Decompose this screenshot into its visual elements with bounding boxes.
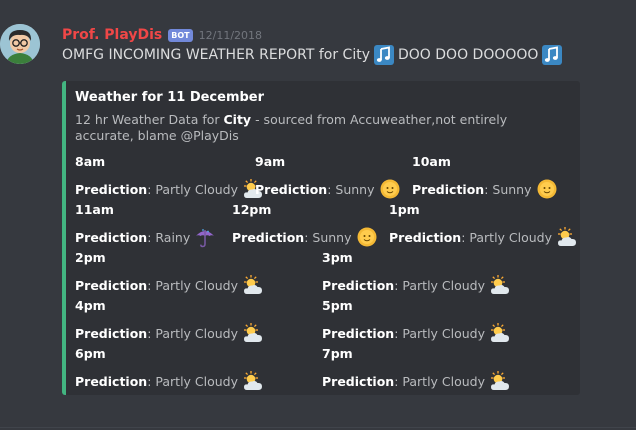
partly-cloudy-icon bbox=[558, 227, 577, 246]
field-value: Prediction: Partly Cloudy bbox=[75, 370, 264, 392]
field-name: 4pm bbox=[75, 298, 106, 313]
author-name[interactable]: Prof. PlayDis bbox=[62, 27, 162, 43]
embed-field-6pm: 6pm Prediction: Partly Cloudy bbox=[75, 346, 264, 392]
embed-field-11am: 11am Prediction: Rainy bbox=[75, 202, 216, 248]
prediction-text: Rainy bbox=[155, 229, 191, 245]
divider bbox=[0, 427, 636, 428]
prediction-text: Partly Cloudy bbox=[155, 373, 239, 389]
embed-field-5pm: 5pm Prediction: Partly Cloudy bbox=[322, 298, 511, 344]
prediction-text: Partly Cloudy bbox=[469, 229, 553, 245]
embed-title: Weather for 11 December bbox=[75, 90, 265, 105]
field-name: 5pm bbox=[322, 298, 353, 313]
embed-field-8am: 8am Prediction: Partly Cloudy bbox=[75, 154, 264, 200]
prediction-text: Sunny bbox=[335, 181, 375, 197]
embed-description: 12 hr Weather Data for City - sourced fr… bbox=[75, 112, 545, 144]
prediction-text: Partly Cloudy bbox=[402, 373, 486, 389]
music-notes-icon bbox=[374, 45, 394, 65]
message-text-part: OMFG INCOMING WEATHER REPORT for City bbox=[62, 47, 370, 63]
field-name: 10am bbox=[412, 154, 451, 169]
field-value: Prediction: Partly Cloudy bbox=[75, 178, 264, 200]
field-value: Prediction: Partly Cloudy bbox=[322, 274, 511, 296]
field-name: 8am bbox=[75, 154, 106, 169]
embed-field-3pm: 3pm Prediction: Partly Cloudy bbox=[322, 250, 511, 296]
timestamp: 12/11/2018 bbox=[198, 28, 263, 42]
partly-cloudy-icon bbox=[244, 275, 263, 294]
embed-field-1pm: 1pm Prediction: Partly Cloudy bbox=[389, 202, 578, 248]
prediction-label: Prediction bbox=[322, 325, 395, 341]
embed-field-4pm: 4pm Prediction: Partly Cloudy bbox=[75, 298, 264, 344]
partly-cloudy-icon bbox=[244, 371, 263, 390]
field-value: Prediction: Sunny bbox=[255, 178, 401, 200]
prediction-label: Prediction bbox=[75, 325, 148, 341]
embed-field-2pm: 2pm Prediction: Partly Cloudy bbox=[75, 250, 264, 296]
prediction-text: Sunny bbox=[492, 181, 532, 197]
prediction-text: Partly Cloudy bbox=[155, 277, 239, 293]
prediction-text: Sunny bbox=[312, 229, 352, 245]
partly-cloudy-icon bbox=[491, 275, 510, 294]
field-name: 12pm bbox=[232, 202, 272, 217]
partly-cloudy-icon bbox=[491, 371, 510, 390]
prediction-label: Prediction bbox=[75, 277, 148, 293]
prediction-text: Partly Cloudy bbox=[155, 181, 239, 197]
field-name: 9am bbox=[255, 154, 286, 169]
prediction-label: Prediction bbox=[75, 373, 148, 389]
message-content: OMFG INCOMING WEATHER REPORT for City DO… bbox=[62, 44, 566, 66]
field-name: 1pm bbox=[389, 202, 420, 217]
field-name: 6pm bbox=[75, 346, 106, 361]
field-name: 3pm bbox=[322, 250, 353, 265]
prediction-label: Prediction bbox=[322, 373, 395, 389]
message-header: Prof. PlayDis BOT 12/11/2018 bbox=[62, 25, 262, 45]
prediction-text: Partly Cloudy bbox=[155, 325, 239, 341]
sun-icon bbox=[537, 179, 556, 199]
field-value: Prediction: Partly Cloudy bbox=[322, 370, 511, 392]
field-value: Prediction: Partly Cloudy bbox=[75, 274, 264, 296]
embed-field-12pm: 12pm Prediction: Sunny bbox=[232, 202, 378, 248]
field-value: Prediction: Partly Cloudy bbox=[322, 322, 511, 344]
umbrella-icon bbox=[196, 229, 215, 248]
avatar[interactable] bbox=[0, 24, 40, 64]
field-value: Prediction: Sunny bbox=[232, 226, 378, 248]
embed: Weather for 11 December 12 hr Weather Da… bbox=[62, 81, 580, 395]
partly-cloudy-icon bbox=[491, 323, 510, 342]
bot-tag: BOT bbox=[168, 28, 193, 42]
field-name: 11am bbox=[75, 202, 114, 217]
prediction-text: Partly Cloudy bbox=[402, 325, 486, 341]
prediction-label: Prediction bbox=[75, 229, 148, 245]
prediction-text: Partly Cloudy bbox=[402, 277, 486, 293]
field-value: Prediction: Sunny bbox=[412, 178, 558, 200]
prediction-label: Prediction bbox=[322, 277, 395, 293]
embed-accent-bar bbox=[62, 81, 66, 395]
sun-icon bbox=[380, 179, 399, 199]
prediction-label: Prediction bbox=[75, 181, 148, 197]
embed-field-7pm: 7pm Prediction: Partly Cloudy bbox=[322, 346, 511, 392]
field-value: Prediction: Partly Cloudy bbox=[75, 322, 264, 344]
field-name: 7pm bbox=[322, 346, 353, 361]
prediction-label: Prediction bbox=[412, 181, 485, 197]
prediction-label: Prediction bbox=[389, 229, 462, 245]
embed-desc-prefix: 12 hr Weather Data for bbox=[75, 112, 224, 127]
field-value: Prediction: Rainy bbox=[75, 226, 216, 248]
message-text-part: DOO DOO DOOOOO bbox=[398, 47, 539, 63]
prediction-label: Prediction bbox=[232, 229, 305, 245]
sun-icon bbox=[357, 227, 376, 247]
field-value: Prediction: Partly Cloudy bbox=[389, 226, 578, 248]
embed-field-9am: 9am Prediction: Sunny bbox=[255, 154, 401, 200]
embed-desc-city: City bbox=[223, 112, 252, 127]
partly-cloudy-icon bbox=[244, 323, 263, 342]
field-name: 2pm bbox=[75, 250, 106, 265]
music-notes-icon bbox=[542, 45, 563, 65]
embed-field-10am: 10am Prediction: Sunny bbox=[412, 154, 558, 200]
prediction-label: Prediction bbox=[255, 181, 328, 197]
